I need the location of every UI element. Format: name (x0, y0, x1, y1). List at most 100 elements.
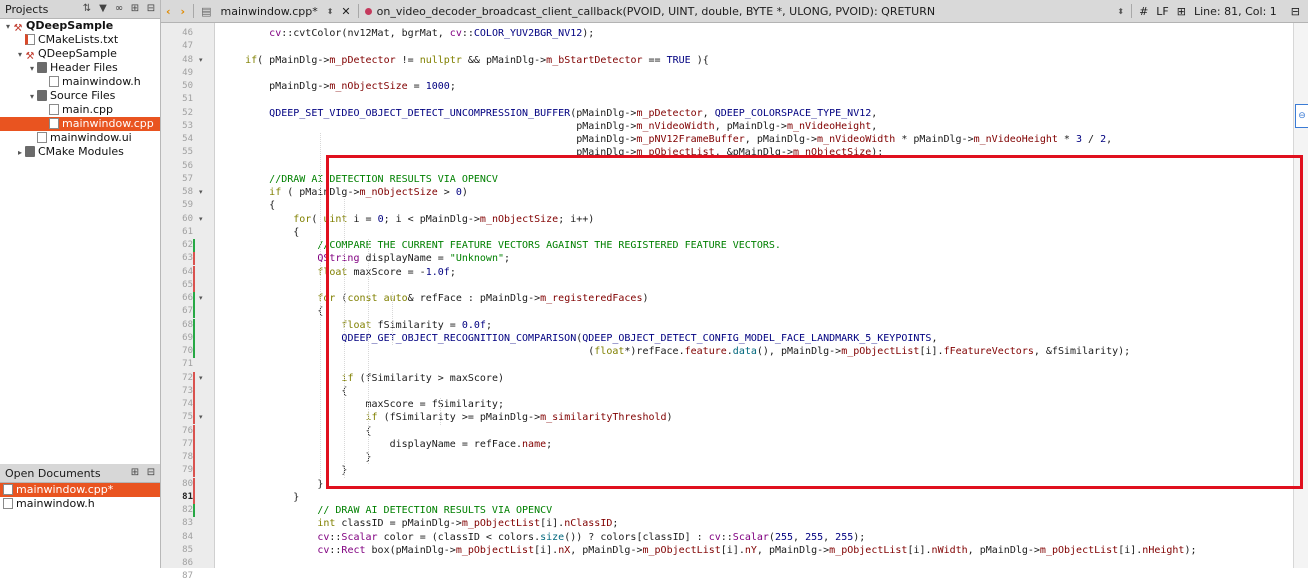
change-marker (193, 411, 195, 425)
line-number: 63 (182, 253, 193, 264)
open-documents-list: mainwindow.cpp* mainwindow.h (0, 483, 160, 511)
line-number: 46 (182, 28, 193, 38)
line-number: 64 (182, 266, 193, 277)
tree-item[interactable]: ▾ ⚒ QDeepSample (0, 19, 160, 34)
fold-marker-icon[interactable]: ▾ (199, 186, 207, 199)
tree-item[interactable]: CMakeLists.txt (0, 33, 160, 47)
encoding-indicator[interactable]: # (1135, 5, 1152, 18)
line-number: 58 (182, 187, 193, 197)
split-icon[interactable]: ⊞ (128, 2, 142, 16)
split-editor-icon[interactable]: ⊞ (1173, 5, 1190, 18)
folder-icon (37, 62, 47, 73)
fold-marker-icon[interactable]: ▾ (199, 213, 207, 226)
line-ending-indicator[interactable]: LF (1152, 5, 1172, 18)
expand-arrow-icon[interactable]: ▾ (3, 20, 13, 34)
tree-item[interactable]: ▾ Source Files (0, 89, 160, 103)
code-line: pMainDlg->m_nObjectSize = 1000; (221, 81, 456, 92)
file-dropdown-icon[interactable]: ⬍ (323, 7, 338, 16)
tree-item-label: QDeepSample (38, 47, 117, 60)
tree-item[interactable]: ▾ Header Files (0, 61, 160, 75)
back-arrow-icon[interactable]: ‹ (161, 5, 176, 18)
sort-icon[interactable]: ⇅ (80, 2, 94, 16)
expand-arrow-icon[interactable]: ▾ (15, 48, 25, 62)
separator (1131, 4, 1133, 18)
fold-marker-icon[interactable]: ▾ (199, 372, 207, 385)
change-marker (193, 239, 195, 252)
open-documents-header: Open Documents ⊞ ⊟ (0, 464, 160, 483)
expand-arrow-icon[interactable]: ▾ (27, 62, 37, 76)
function-selector[interactable]: on_video_decoder_broadcast_client_callba… (362, 5, 1114, 18)
project-tree: ▾ ⚒ QDeepSample CMakeLists.txt ▾ ⚒ QDeepSample… (0, 19, 160, 159)
highlight-annotation-box (326, 155, 1303, 489)
line-number: 86 (182, 558, 193, 568)
split-icon[interactable]: ⊞ (128, 466, 142, 480)
file-icon (3, 484, 13, 495)
function-dropdown-icon[interactable]: ⬍ (1113, 7, 1128, 16)
line-number: 65 (182, 279, 193, 290)
tree-item[interactable]: mainwindow.h (0, 75, 160, 89)
tree-item[interactable]: mainwindow.cpp (0, 117, 160, 131)
collapse-arrow-icon[interactable]: ▸ (15, 146, 25, 160)
tree-item-label: CMake Modules (38, 145, 124, 158)
tree-item-label: CMakeLists.txt (38, 33, 119, 46)
tree-item[interactable]: ▸ CMake Modules (0, 145, 160, 159)
projects-sidebar: Projects ⇅ ▼ ∞ ⊞ ⊟ ▾ ⚒ QDeepSample CMakeLis… (0, 0, 161, 568)
fold-marker-icon[interactable]: ▾ (199, 411, 207, 424)
link-icon[interactable]: ∞ (112, 2, 126, 16)
line-number: 72 (182, 372, 193, 383)
editor-close-icon[interactable]: ⊟ (1287, 5, 1308, 18)
tree-item-label: QDeepSample (26, 19, 114, 32)
open-document-label: mainwindow.cpp* (16, 483, 114, 496)
tree-item[interactable]: mainwindow.ui (0, 131, 160, 145)
line-number: 48 (182, 54, 193, 65)
code-line: QDEEP_SET_VIDEO_OBJECT_DETECT_UNCOMPRESS… (269, 107, 878, 119)
filter-icon[interactable]: ▼ (96, 2, 110, 16)
close-icon[interactable]: ⊟ (144, 2, 158, 16)
close-file-icon[interactable]: ✕ (337, 5, 354, 18)
line-number: 57 (182, 173, 193, 184)
line-number: 79 (182, 465, 193, 476)
line-number: 78 (182, 452, 193, 462)
line-number: 81 (182, 491, 193, 502)
tree-item-label: Header Files (50, 61, 118, 74)
code-line: int classID = pMainDlg->m_pObjectList[i]… (317, 518, 619, 530)
expand-arrow-icon[interactable]: ▾ (27, 90, 37, 104)
code-line: pMainDlg->m_pNV12FrameBuffer, pMainDlg->… (221, 134, 1113, 145)
code-line: cv::cvtColor(nv12Mat, bgrMat, cv::COLOR_… (269, 28, 595, 39)
line-number: 68 (182, 319, 193, 330)
file-icon (49, 76, 59, 87)
line-number: 67 (182, 306, 193, 317)
code-line: pMainDlg->m_nVideoWidth, pMainDlg->m_nVi… (221, 120, 878, 132)
editor-toolbar: ‹ › ▤ mainwindow.cpp* ⬍ ✕ on_video_decod… (161, 0, 1308, 23)
change-marker (193, 318, 195, 332)
line-number: 53 (182, 120, 193, 131)
line-number: 73 (182, 385, 193, 396)
change-marker (193, 331, 195, 345)
open-document-item[interactable]: mainwindow.cpp* (0, 483, 160, 497)
line-number: 54 (182, 134, 193, 144)
line-number: 76 (182, 425, 193, 436)
line-number: 87 (182, 571, 193, 582)
fold-marker-icon[interactable]: ▾ (199, 292, 207, 305)
tree-item-label: mainwindow.ui (50, 131, 132, 144)
file-icon (49, 104, 59, 115)
tree-item[interactable]: ▾ ⚒ QDeepSample (0, 47, 160, 62)
change-marker (193, 252, 195, 266)
cursor-position[interactable]: Line: 81, Col: 1 (1190, 5, 1287, 18)
code-line: // DRAW AI DETECTION RESULTS VIA OPENCV (317, 505, 553, 516)
code-line: cv::Rect box(pMainDlg->m_pObjectList[i].… (317, 544, 1197, 556)
separator (357, 4, 359, 18)
fold-marker-icon[interactable]: ▾ (199, 54, 207, 67)
forward-arrow-icon[interactable]: › (176, 5, 191, 18)
side-dock-icon[interactable]: ⊖ (1295, 104, 1308, 128)
close-icon[interactable]: ⊟ (144, 466, 158, 480)
tree-item[interactable]: main.cpp (0, 103, 160, 117)
file-selector[interactable]: mainwindow.cpp* (216, 5, 323, 18)
file-icon (49, 118, 59, 129)
line-number: 74 (182, 399, 193, 409)
tree-item-label: mainwindow.cpp (62, 117, 154, 130)
line-number: 80 (182, 478, 193, 489)
open-document-item[interactable]: mainwindow.h (0, 497, 160, 511)
